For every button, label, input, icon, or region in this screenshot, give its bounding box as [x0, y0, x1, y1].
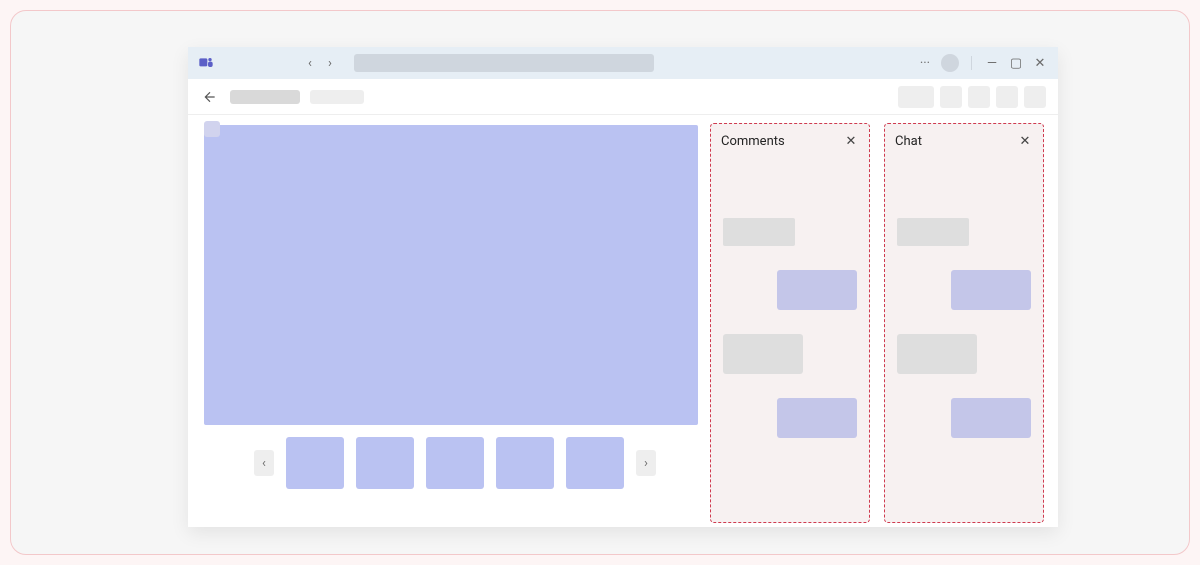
more-options-button[interactable]: ···: [917, 55, 933, 71]
nav-back-button[interactable]: ‹: [302, 55, 318, 71]
window-maximize-button[interactable]: ▢: [1008, 55, 1024, 71]
breadcrumb-primary: [230, 90, 300, 104]
window-minimize-button[interactable]: —: [984, 55, 1000, 71]
nav-forward-button[interactable]: ›: [322, 55, 338, 71]
chat-message: [897, 218, 969, 246]
stage-pane: ‹ ›: [188, 115, 710, 527]
breadcrumb-secondary: [310, 90, 364, 104]
chat-header: Chat ✕: [885, 124, 1043, 158]
user-avatar[interactable]: [941, 54, 959, 72]
thumb-next-button[interactable]: ›: [636, 450, 656, 476]
thumbnail[interactable]: [286, 437, 344, 489]
comments-header: Comments ✕: [711, 124, 869, 158]
toolbar-action-1[interactable]: [898, 86, 934, 108]
chat-message: [897, 334, 977, 374]
app-window: ‹ › ··· — ▢ ✕: [188, 47, 1058, 527]
chat-close-button[interactable]: ✕: [1017, 133, 1033, 149]
thumbnail[interactable]: [426, 437, 484, 489]
toolbar-actions: [898, 86, 1046, 108]
comments-title: Comments: [721, 134, 785, 149]
chat-message: [951, 398, 1031, 438]
chat-title: Chat: [895, 134, 922, 149]
comment-item: [723, 334, 803, 374]
toolbar-action-3[interactable]: [968, 86, 990, 108]
search-input[interactable]: [354, 54, 654, 72]
thumbnail[interactable]: [566, 437, 624, 489]
toolbar-action-2[interactable]: [940, 86, 962, 108]
thumbnail[interactable]: [496, 437, 554, 489]
nav-arrows: ‹ ›: [302, 55, 338, 71]
thumbnail[interactable]: [356, 437, 414, 489]
comment-item: [723, 218, 795, 246]
comments-panel: Comments ✕: [710, 123, 870, 523]
side-panels: Comments ✕ Chat ✕: [710, 115, 1058, 527]
window-close-button[interactable]: ✕: [1032, 55, 1048, 71]
comments-body: [711, 158, 869, 522]
thumbnail-strip: ‹ ›: [254, 437, 694, 489]
outer-frame: ‹ › ··· — ▢ ✕: [10, 10, 1190, 555]
chat-message: [951, 270, 1031, 310]
comment-item: [777, 270, 857, 310]
comments-close-button[interactable]: ✕: [843, 133, 859, 149]
back-button[interactable]: [200, 87, 220, 107]
toolbar: [188, 79, 1058, 115]
content-area: ‹ › Comments ✕: [188, 115, 1058, 527]
main-stage[interactable]: [204, 125, 698, 425]
comment-item: [777, 398, 857, 438]
presenter-avatar: [204, 121, 220, 137]
toolbar-action-5[interactable]: [1024, 86, 1046, 108]
chat-panel: Chat ✕: [884, 123, 1044, 523]
titlebar: ‹ › ··· — ▢ ✕: [188, 47, 1058, 79]
toolbar-action-4[interactable]: [996, 86, 1018, 108]
thumb-prev-button[interactable]: ‹: [254, 450, 274, 476]
chat-body: [885, 158, 1043, 522]
teams-icon: [198, 55, 214, 71]
divider: [971, 56, 972, 70]
